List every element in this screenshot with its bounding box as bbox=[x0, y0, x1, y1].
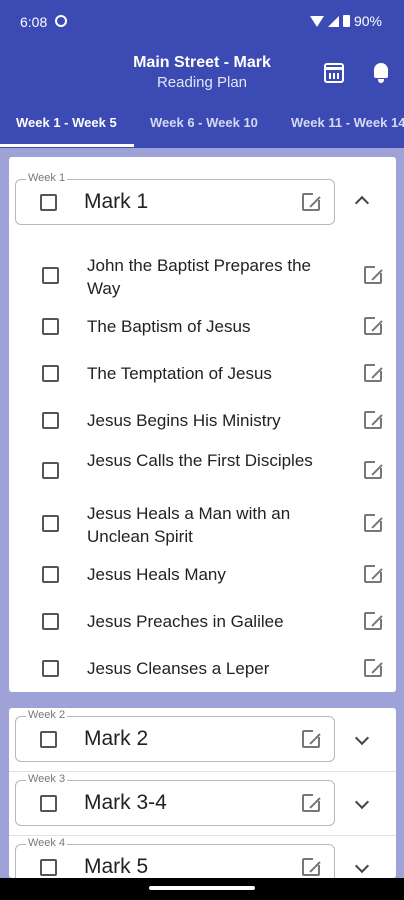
checkbox[interactable] bbox=[42, 613, 59, 630]
week-title: Mark 2 bbox=[84, 727, 149, 750]
open-external-icon[interactable] bbox=[364, 657, 384, 677]
item-title[interactable]: Jesus Calls the First Disciples bbox=[87, 449, 349, 472]
tab-week-1-5[interactable]: Week 1 - Week 5 bbox=[16, 115, 117, 130]
status-bar: 6:08 90% bbox=[0, 0, 404, 44]
week-header-1[interactable]: Week 1 Mark 1 bbox=[15, 172, 335, 225]
week-label: Week 3 bbox=[26, 773, 68, 785]
checkbox[interactable] bbox=[42, 365, 59, 382]
week-label: Week 2 bbox=[26, 709, 68, 721]
week-header-2[interactable]: Week 2 Mark 2 bbox=[15, 709, 335, 762]
vpn-icon bbox=[55, 15, 67, 27]
item-title[interactable]: John the Baptist Prepares the Way bbox=[87, 254, 349, 300]
week-label: Week 1 bbox=[26, 172, 68, 184]
item-title[interactable]: The Temptation of Jesus bbox=[87, 362, 349, 385]
week-title: Mark 3-4 bbox=[84, 791, 167, 814]
open-external-icon[interactable] bbox=[364, 264, 384, 284]
app-bar: Main Street - Mark Reading Plan bbox=[0, 44, 404, 102]
open-external-icon[interactable] bbox=[302, 728, 322, 748]
home-gesture-handle[interactable] bbox=[149, 886, 255, 890]
active-tab-indicator bbox=[0, 144, 134, 147]
open-external-icon[interactable] bbox=[364, 315, 384, 335]
checkbox[interactable] bbox=[42, 515, 59, 532]
open-external-icon[interactable] bbox=[364, 459, 384, 479]
item-title[interactable]: The Baptism of Jesus bbox=[87, 315, 349, 338]
checkbox[interactable] bbox=[40, 795, 57, 812]
collapse-chevron-icon[interactable] bbox=[354, 195, 370, 211]
week-header-3[interactable]: Week 3 Mark 3-4 bbox=[15, 773, 335, 826]
open-external-icon[interactable] bbox=[302, 792, 322, 812]
open-external-icon[interactable] bbox=[302, 856, 322, 876]
bell-icon[interactable] bbox=[372, 61, 390, 83]
checkbox[interactable] bbox=[42, 462, 59, 479]
checkbox[interactable] bbox=[42, 660, 59, 677]
item-title[interactable]: Jesus Heals Many bbox=[87, 563, 349, 586]
status-icons: 90% bbox=[309, 13, 382, 29]
item-title[interactable]: Jesus Begins His Ministry bbox=[87, 409, 349, 432]
tab-bar: Week 1 - Week 5 Week 6 - Week 10 Week 11… bbox=[0, 102, 404, 148]
open-external-icon[interactable] bbox=[364, 512, 384, 532]
open-external-icon[interactable] bbox=[364, 563, 384, 583]
checkbox[interactable] bbox=[42, 267, 59, 284]
checkbox[interactable] bbox=[40, 859, 57, 876]
status-time: 6:08 bbox=[20, 14, 48, 30]
item-title[interactable]: Jesus Cleanses a Leper bbox=[87, 657, 349, 680]
tab-week-6-10[interactable]: Week 6 - Week 10 bbox=[150, 115, 258, 130]
item-title[interactable]: Jesus Preaches in Galilee bbox=[87, 610, 349, 633]
checkbox[interactable] bbox=[42, 566, 59, 583]
open-external-icon[interactable] bbox=[302, 191, 322, 211]
week-label: Week 4 bbox=[26, 837, 68, 849]
battery-percent: 90% bbox=[353, 13, 382, 29]
checkbox[interactable] bbox=[42, 318, 59, 335]
divider bbox=[9, 835, 396, 836]
week-card-collapsed: Week 2 Mark 2 Week 3 Mark 3-4 Week 4 Mar… bbox=[9, 708, 396, 890]
checkbox[interactable] bbox=[40, 194, 57, 211]
week-title: Mark 1 bbox=[84, 190, 149, 213]
expand-chevron-icon[interactable] bbox=[354, 858, 370, 874]
signal-icon bbox=[327, 15, 339, 27]
open-external-icon[interactable] bbox=[364, 409, 384, 429]
battery-icon bbox=[342, 15, 350, 27]
open-external-icon[interactable] bbox=[364, 362, 384, 382]
navigation-bar bbox=[0, 878, 404, 900]
week-card-1: Week 1 Mark 1 John the Baptist Prepares … bbox=[9, 157, 396, 692]
expand-chevron-icon[interactable] bbox=[354, 794, 370, 810]
calendar-icon[interactable] bbox=[324, 63, 344, 83]
wifi-icon bbox=[309, 15, 324, 27]
week-title: Mark 5 bbox=[84, 855, 149, 878]
checkbox[interactable] bbox=[40, 731, 57, 748]
divider bbox=[9, 771, 396, 772]
expand-chevron-icon[interactable] bbox=[354, 730, 370, 746]
checkbox[interactable] bbox=[42, 412, 59, 429]
item-title[interactable]: Jesus Heals a Man with an Unclean Spirit bbox=[87, 502, 349, 548]
open-external-icon[interactable] bbox=[364, 610, 384, 630]
tab-week-11-14[interactable]: Week 11 - Week 14 bbox=[291, 115, 404, 130]
